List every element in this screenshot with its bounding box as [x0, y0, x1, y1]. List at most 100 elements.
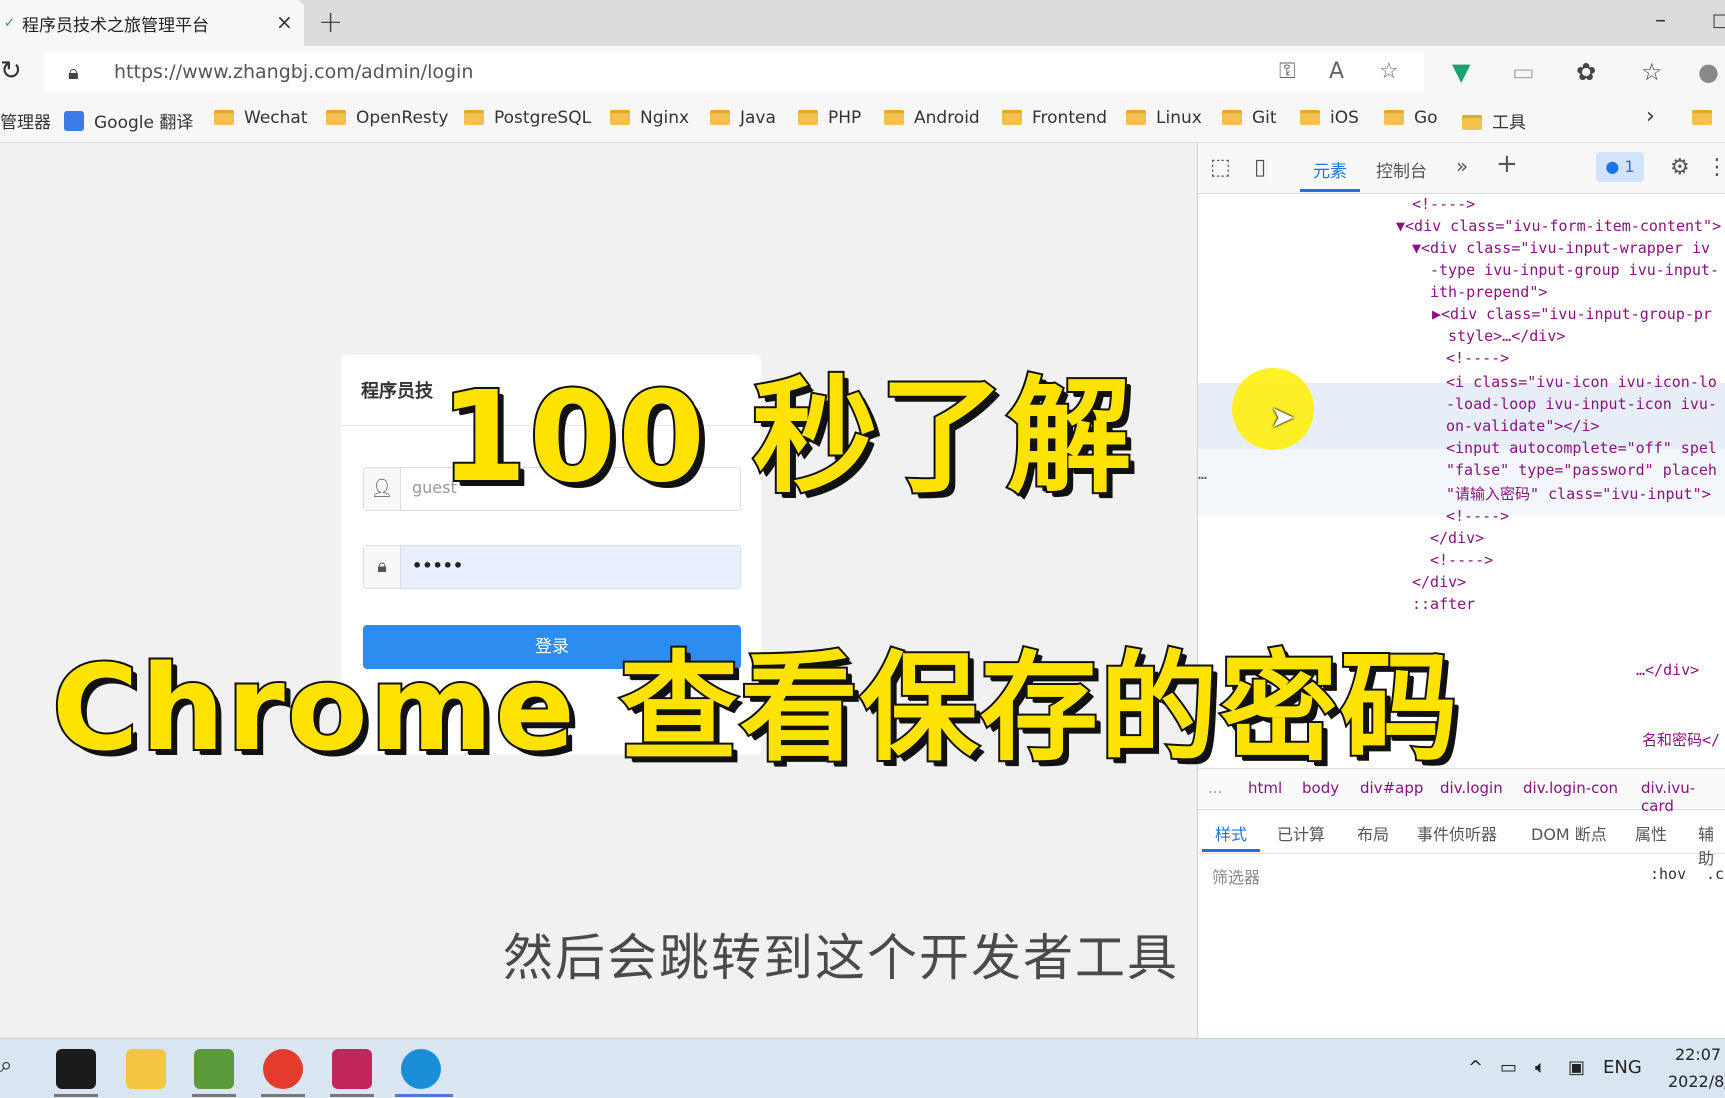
dom-line[interactable]: "请输入密码" class="ivu-input">: [1446, 483, 1711, 504]
bookmark-folder[interactable]: Nginx: [610, 108, 689, 128]
favorite-add-icon[interactable]: ☆: [1379, 59, 1399, 84]
edge-icon[interactable]: [401, 1049, 441, 1089]
screenshot-icon[interactable]: ▭: [1512, 58, 1535, 86]
add-tab-icon[interactable]: +: [1496, 149, 1518, 179]
chrome-icon[interactable]: [263, 1049, 303, 1089]
bookmark-item[interactable]: Google 翻译: [64, 108, 193, 133]
node-ellipsis[interactable]: …: [1198, 465, 1207, 483]
settings-gear-icon[interactable]: ⚙: [1670, 155, 1690, 180]
reload-icon[interactable]: ↻: [0, 56, 22, 86]
site-favicon-icon: ✓: [4, 16, 15, 31]
address-bar[interactable]: 🔒︎ https://www.zhangbj.com/admin/login ⚿…: [44, 51, 1424, 93]
subtab-event-listeners[interactable]: 事件侦听器: [1417, 821, 1497, 845]
bookmark-folder[interactable]: PostgreSQL: [464, 108, 591, 128]
terminal-icon[interactable]: [56, 1049, 96, 1089]
profile-avatar-icon[interactable]: ●: [1698, 58, 1719, 86]
tray-overflow-icon[interactable]: ^: [1468, 1057, 1483, 1078]
bookmark-label: iOS: [1330, 108, 1359, 128]
favorites-icon[interactable]: ☆: [1641, 58, 1663, 86]
issues-badge[interactable]: ● 1: [1596, 152, 1644, 182]
dom-line[interactable]: <!---->: [1446, 349, 1509, 367]
dom-line[interactable]: -load-loop ivu-input-icon ivu-: [1446, 395, 1717, 413]
bookmark-label: 管理器: [0, 113, 51, 133]
bookmark-folder[interactable]: Java: [710, 108, 776, 128]
device-toolbar-icon[interactable]: ▯: [1254, 155, 1266, 180]
bookmarks-overflow-icon[interactable]: ›: [1646, 104, 1655, 129]
dom-line[interactable]: ::after: [1412, 595, 1475, 613]
notepad-plus-icon[interactable]: [194, 1049, 234, 1089]
extensions-icon[interactable]: ✿: [1576, 58, 1596, 86]
dom-line[interactable]: </div>: [1412, 573, 1466, 591]
bookmark-folder[interactable]: iOS: [1300, 108, 1359, 128]
bookmark-folder[interactable]: 工具: [1462, 108, 1526, 133]
subtab-dom-breakpoints[interactable]: DOM 断点: [1531, 821, 1607, 845]
subtab-computed[interactable]: 已计算: [1277, 821, 1325, 845]
dom-line[interactable]: ▼<div class="ivu-form-item-content">: [1396, 217, 1721, 235]
subtab-properties[interactable]: 属性: [1635, 821, 1667, 845]
password-value[interactable]: •••••: [412, 556, 463, 575]
dom-line[interactable]: -type ivu-input-group ivu-input-: [1430, 261, 1719, 279]
tab-console[interactable]: 控制台: [1376, 157, 1427, 182]
dom-line[interactable]: …</div>: [1636, 661, 1699, 679]
browser-tab[interactable]: ✓ 程序员技术之旅管理平台 ×: [0, 0, 304, 46]
subtab-styles[interactable]: 样式: [1215, 821, 1247, 845]
intellij-idea-icon[interactable]: [332, 1049, 372, 1089]
subtab-layout[interactable]: 布局: [1357, 821, 1389, 845]
breadcrumb-item[interactable]: div.login-con: [1523, 779, 1618, 797]
hov-toggle[interactable]: :hov: [1650, 865, 1686, 883]
bookmark-folder[interactable]: PHP: [798, 108, 861, 128]
bookmark-folder[interactable]: OpenResty: [326, 108, 449, 128]
dom-line[interactable]: <!---->: [1412, 195, 1475, 213]
dom-line[interactable]: ▼<div class="ivu-input-wrapper iv: [1412, 239, 1710, 257]
bookmark-folder[interactable]: Frontend: [1002, 108, 1107, 128]
customize-icon[interactable]: ⋮: [1706, 155, 1725, 180]
dom-line[interactable]: ▶<div class="ivu-input-group-pr: [1432, 305, 1712, 323]
dom-line[interactable]: </div>: [1430, 529, 1484, 547]
network-icon[interactable]: ▣: [1568, 1057, 1585, 1078]
dom-line[interactable]: <!---->: [1430, 551, 1493, 569]
dom-line[interactable]: "false" type="password" placeh: [1446, 461, 1717, 479]
more-tabs-icon[interactable]: »: [1456, 154, 1468, 178]
file-explorer-icon[interactable]: [126, 1049, 166, 1089]
clock-time[interactable]: 22:07: [1675, 1045, 1721, 1064]
key-icon[interactable]: ⚿: [1279, 59, 1296, 84]
lock-icon[interactable]: 🔒︎: [68, 60, 79, 84]
dom-line[interactable]: style>…</div>: [1448, 327, 1565, 345]
bookmark-folder[interactable]: Linux: [1126, 108, 1202, 128]
extension-v-icon[interactable]: ▼: [1452, 58, 1470, 86]
read-aloud-icon[interactable]: A: [1329, 59, 1344, 84]
dom-line[interactable]: <i class="ivu-icon ivu-icon-lo: [1446, 373, 1717, 391]
bookmarks-bar: 管理器 Google 翻译 Wechat OpenResty PostgreSQ…: [0, 98, 1725, 143]
volume-icon[interactable]: 🔈︎: [1535, 1057, 1546, 1078]
subtab-accessibility[interactable]: 辅助: [1698, 821, 1725, 869]
minimize-button[interactable]: –: [1655, 8, 1666, 33]
dom-line[interactable]: on-validate"></i>: [1446, 417, 1600, 435]
cls-toggle[interactable]: .c: [1706, 865, 1724, 883]
language-indicator[interactable]: ENG: [1603, 1057, 1642, 1078]
dom-line[interactable]: ith-prepend">: [1430, 283, 1547, 301]
bookmark-folder[interactable]: Android: [884, 108, 980, 128]
bookmark-folder[interactable]: Go: [1384, 108, 1438, 128]
other-favorites-folder[interactable]: [1692, 108, 1722, 128]
tab-close-icon[interactable]: ×: [276, 10, 293, 34]
bookmark-folder[interactable]: Git: [1222, 108, 1277, 128]
dom-line[interactable]: <!---->: [1446, 507, 1509, 525]
tab-elements[interactable]: 元素: [1313, 157, 1347, 182]
restore-button[interactable]: □: [1712, 10, 1725, 31]
bookmark-item[interactable]: 管理器: [0, 108, 51, 133]
bookmark-label: Linux: [1156, 108, 1202, 128]
styles-filter-input[interactable]: 筛选器: [1204, 855, 1632, 895]
clock-date[interactable]: 2022/8/1: [1668, 1072, 1725, 1091]
password-field[interactable]: 🔒︎ •••••: [363, 545, 741, 589]
inspect-element-icon[interactable]: ⬚: [1210, 155, 1231, 180]
battery-icon[interactable]: ▭: [1500, 1057, 1517, 1078]
bookmark-label: Frontend: [1032, 108, 1108, 128]
bookmark-label: Google 翻译: [94, 113, 194, 133]
new-tab-button[interactable]: +: [318, 5, 343, 40]
bookmark-folder[interactable]: Wechat: [214, 108, 307, 128]
dom-line[interactable]: <input autocomplete="off" spel: [1446, 439, 1717, 457]
url-text[interactable]: https://www.zhangbj.com/admin/login: [114, 61, 473, 83]
search-icon[interactable]: ⌕: [0, 1053, 12, 1078]
dom-line[interactable]: 名和密码</: [1642, 729, 1720, 750]
tab-title: 程序员技术之旅管理平台: [22, 16, 209, 36]
